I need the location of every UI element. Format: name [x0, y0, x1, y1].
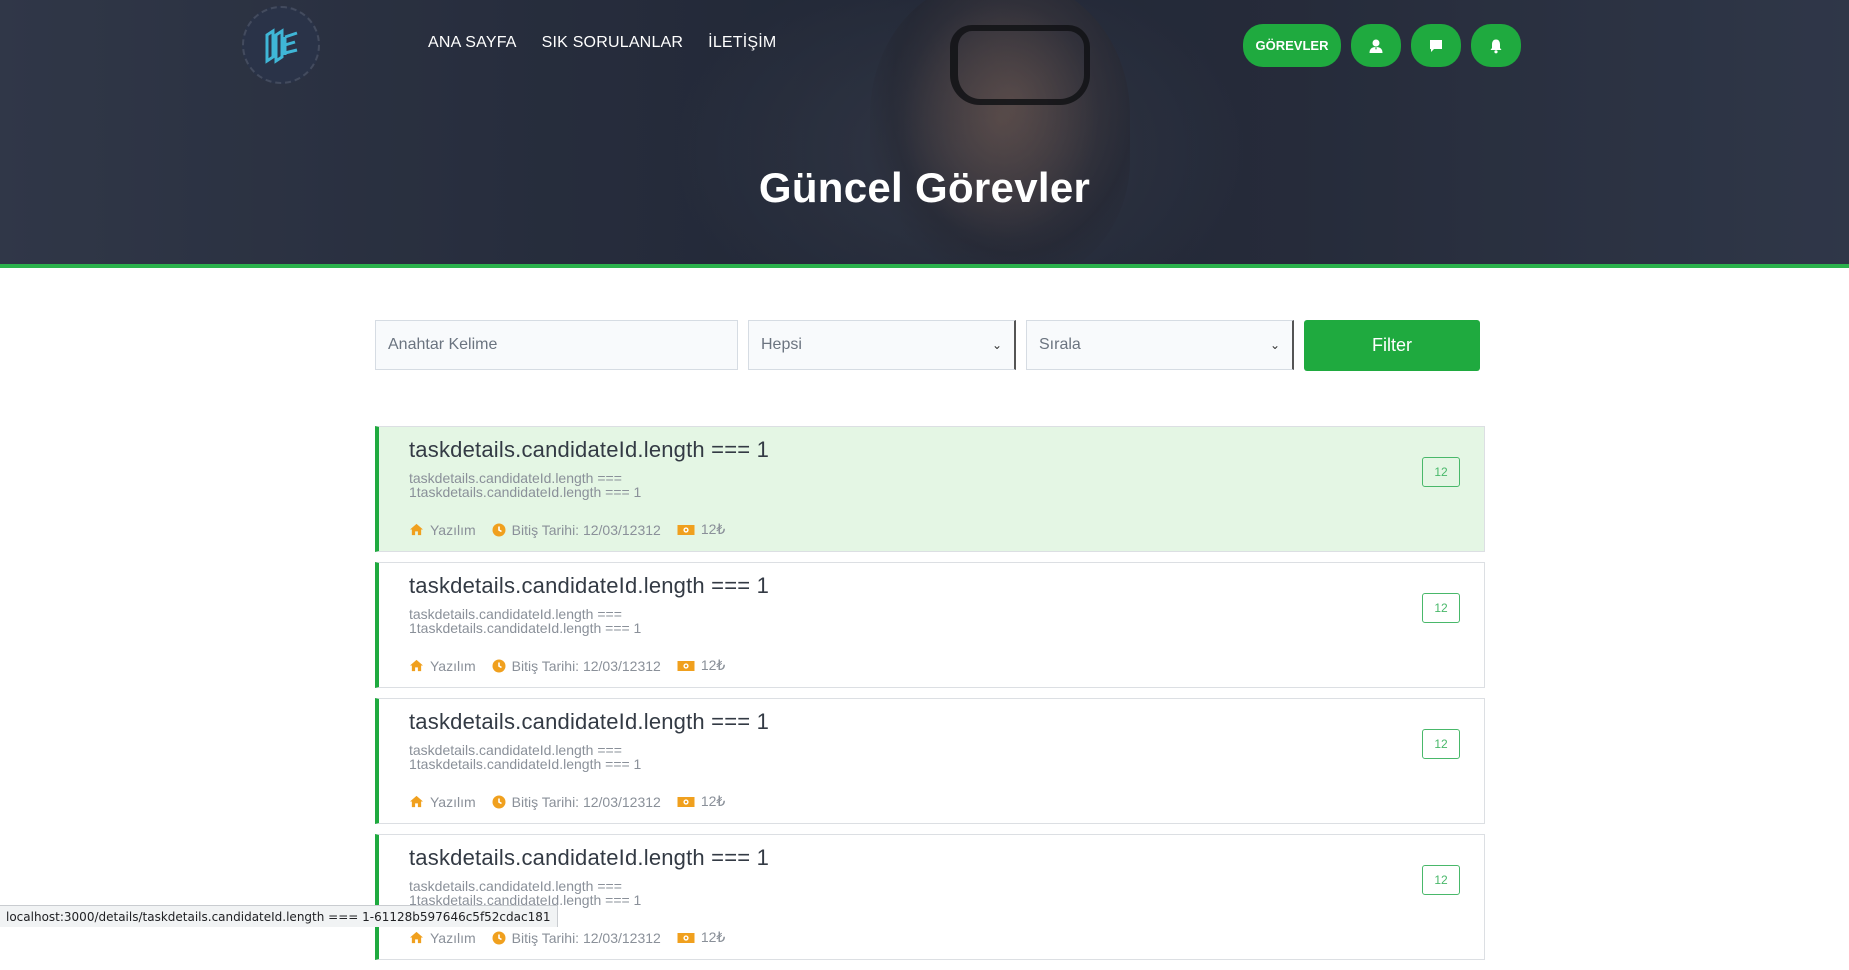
- user-icon: [1369, 39, 1383, 53]
- task-card[interactable]: taskdetails.candidateId.length === 1 tas…: [375, 426, 1485, 552]
- tasks-button[interactable]: GÖREVLER: [1243, 24, 1341, 67]
- task-meta: Yazılım Bitiş Tarihi: 12/03/12312 12₺: [409, 657, 725, 674]
- task-price: 12₺: [677, 657, 725, 674]
- task-description: taskdetails.candidateId.length === 1task…: [409, 607, 709, 635]
- home-icon: [410, 795, 423, 808]
- task-deadline: Bitiş Tarihi: 12/03/12312: [492, 793, 661, 810]
- header-actions: GÖREVLER: [1243, 24, 1521, 67]
- task-list: taskdetails.candidateId.length === 1 tas…: [375, 426, 1485, 970]
- main-nav: ANA SAYFA SIK SORULANLAR İLETİŞİM: [428, 34, 776, 52]
- status-bar-url: localhost:3000/details/taskdetails.candi…: [6, 909, 551, 924]
- task-description-line: taskdetails.candidateId.length ===: [409, 742, 622, 758]
- task-title[interactable]: taskdetails.candidateId.length === 1: [409, 573, 769, 599]
- nav-faq[interactable]: SIK SORULANLAR: [542, 34, 684, 52]
- bell-icon: [1490, 39, 1502, 53]
- task-meta: Yazılım Bitiş Tarihi: 12/03/12312 12₺: [409, 521, 725, 538]
- task-description-line: taskdetails.candidateId.length ===: [409, 470, 622, 486]
- category-select-value: Hepsi: [761, 336, 802, 353]
- task-description: taskdetails.candidateId.length === 1task…: [409, 471, 709, 499]
- page-title: Güncel Görevler: [758, 164, 1091, 211]
- task-card[interactable]: taskdetails.candidateId.length === 1 tas…: [375, 698, 1485, 824]
- home-icon: [410, 659, 423, 672]
- clock-icon: [492, 523, 506, 536]
- task-description: taskdetails.candidateId.length === 1task…: [409, 743, 709, 771]
- task-candidate-count-badge: 12: [1422, 729, 1460, 759]
- task-card[interactable]: taskdetails.candidateId.length === 1 tas…: [375, 834, 1485, 960]
- task-description: taskdetails.candidateId.length === 1task…: [409, 879, 709, 907]
- money-icon: [677, 524, 695, 535]
- keyword-placeholder: Anahtar Kelime: [388, 336, 498, 353]
- task-category: Yazılım: [409, 521, 476, 538]
- task-meta: Yazılım Bitiş Tarihi: 12/03/12312 12₺: [409, 929, 725, 946]
- category-select[interactable]: Hepsi ⌄: [748, 320, 1016, 370]
- home-icon: [410, 523, 423, 536]
- filter-button[interactable]: Filter: [1304, 320, 1480, 371]
- task-deadline: Bitiş Tarihi: 12/03/12312: [492, 929, 661, 946]
- task-description-line: 1taskdetails.candidateId.length === 1: [409, 620, 642, 636]
- task-deadline: Bitiş Tarihi: 12/03/12312: [492, 521, 661, 538]
- notifications-button[interactable]: [1471, 24, 1521, 67]
- message-icon: [1430, 39, 1442, 52]
- browser-status-bar: localhost:3000/details/taskdetails.candi…: [0, 905, 558, 927]
- filter-bar: Anahtar Kelime Hepsi ⌄ Sırala ⌄ Filter: [375, 320, 1480, 371]
- keyword-input[interactable]: Anahtar Kelime: [375, 320, 738, 370]
- task-category: Yazılım: [409, 657, 476, 674]
- task-deadline: Bitiş Tarihi: 12/03/12312: [492, 657, 661, 674]
- task-category: Yazılım: [409, 929, 476, 946]
- profile-button[interactable]: [1351, 24, 1401, 67]
- clock-icon: [492, 931, 506, 944]
- task-price: 12₺: [677, 929, 725, 946]
- money-icon: [677, 660, 695, 671]
- task-candidate-count-badge: 12: [1422, 593, 1460, 623]
- task-meta: Yazılım Bitiş Tarihi: 12/03/12312 12₺: [409, 793, 725, 810]
- home-icon: [410, 931, 423, 944]
- task-title[interactable]: taskdetails.candidateId.length === 1: [409, 845, 769, 871]
- task-card[interactable]: taskdetails.candidateId.length === 1 tas…: [375, 562, 1485, 688]
- sort-select[interactable]: Sırala ⌄: [1026, 320, 1294, 370]
- task-description-line: taskdetails.candidateId.length ===: [409, 606, 622, 622]
- task-description-line: 1taskdetails.candidateId.length === 1: [409, 484, 642, 500]
- task-price: 12₺: [677, 521, 725, 538]
- task-candidate-count-badge: 12: [1422, 457, 1460, 487]
- logo-mark-icon: [265, 28, 298, 64]
- sort-select-value: Sırala: [1039, 336, 1081, 353]
- chevron-down-icon: ⌄: [991, 338, 1002, 352]
- task-description-line: taskdetails.candidateId.length ===: [409, 878, 622, 894]
- chevron-down-icon: ⌄: [1269, 338, 1280, 352]
- messages-button[interactable]: [1411, 24, 1461, 67]
- task-title[interactable]: taskdetails.candidateId.length === 1: [409, 437, 769, 463]
- money-icon: [677, 932, 695, 943]
- clock-icon: [492, 659, 506, 672]
- nav-home[interactable]: ANA SAYFA: [428, 34, 517, 52]
- money-icon: [677, 796, 695, 807]
- nav-contact[interactable]: İLETİŞİM: [708, 34, 776, 52]
- hero-banner: ANA SAYFA SIK SORULANLAR İLETİŞİM GÖREVL…: [0, 0, 1849, 268]
- clock-icon: [492, 795, 506, 808]
- site-logo[interactable]: [242, 6, 320, 84]
- hero-bottom-border: [0, 264, 1849, 268]
- task-title[interactable]: taskdetails.candidateId.length === 1: [409, 709, 769, 735]
- task-category: Yazılım: [409, 793, 476, 810]
- task-candidate-count-badge: 12: [1422, 865, 1460, 895]
- task-description-line: 1taskdetails.candidateId.length === 1: [409, 756, 642, 772]
- task-price: 12₺: [677, 793, 725, 810]
